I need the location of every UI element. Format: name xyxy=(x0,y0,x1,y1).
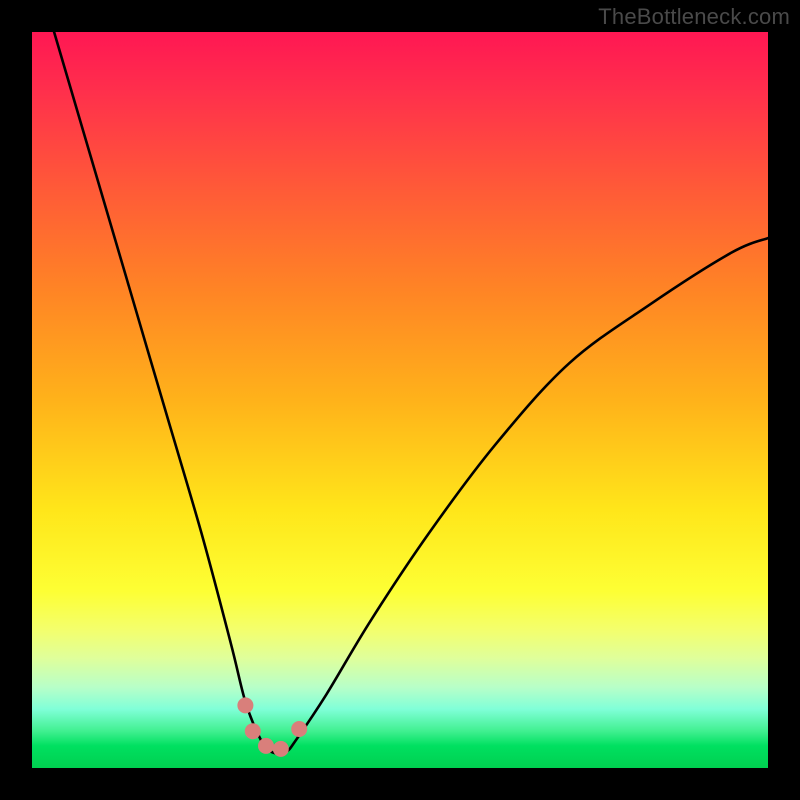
curve-markers xyxy=(237,697,307,757)
curve-marker xyxy=(291,721,307,737)
bottleneck-curve xyxy=(54,32,768,753)
curve-layer xyxy=(32,32,768,768)
curve-marker xyxy=(273,741,289,757)
chart-frame: TheBottleneck.com xyxy=(0,0,800,800)
watermark-text: TheBottleneck.com xyxy=(598,4,790,30)
curve-marker xyxy=(237,697,253,713)
plot-area xyxy=(32,32,768,768)
curve-marker xyxy=(245,723,261,739)
curve-marker xyxy=(258,738,274,754)
